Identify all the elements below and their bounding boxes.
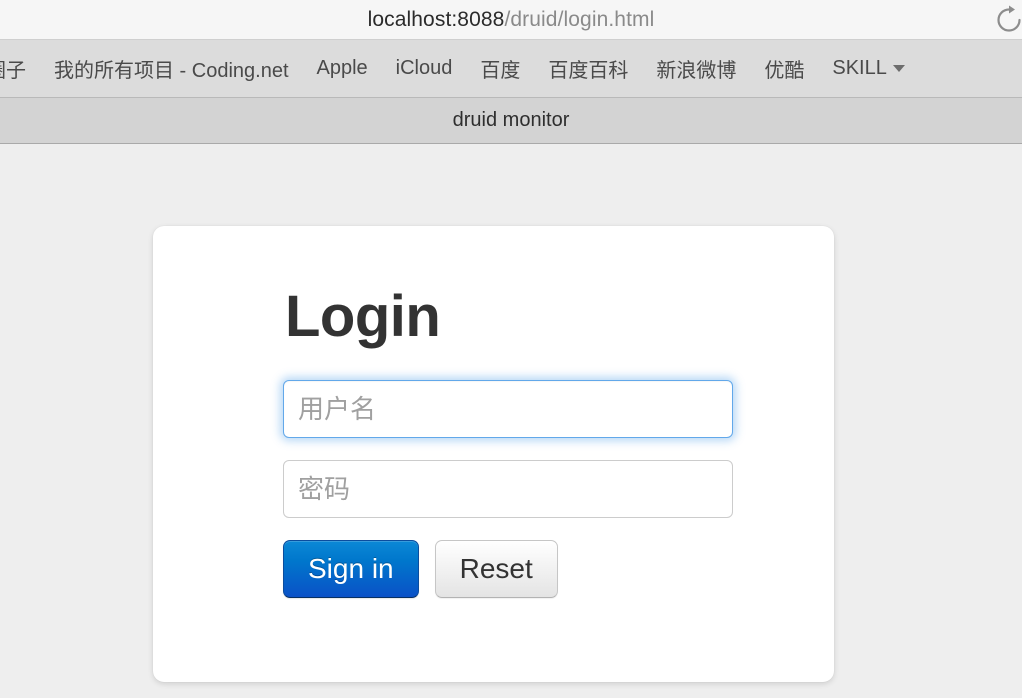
bookmark-item-8[interactable]: SKILL (818, 57, 918, 80)
chevron-down-icon (892, 65, 905, 73)
url-host: localhost:8088 (367, 7, 505, 31)
username-input[interactable] (283, 380, 733, 438)
page-content: Login Sign in Reset (0, 146, 1022, 698)
reset-button[interactable]: Reset (434, 540, 558, 598)
bookmarks-bar[interactable]: 圈子 我的所有项目 - Coding.net Apple iCloud 百度 百… (0, 40, 1022, 98)
sign-in-button[interactable]: Sign in (283, 540, 419, 598)
login-button-row: Sign in Reset (283, 540, 834, 598)
url-text[interactable]: localhost:8088/druid/login.html (368, 8, 655, 32)
login-card-inner: Login Sign in Reset (153, 226, 834, 598)
page-title: Login (285, 284, 441, 349)
bookmark-item-7[interactable]: 优酷 (750, 54, 818, 83)
browser-window: localhost:8088/druid/login.html 圈子 我的所有项… (0, 0, 1022, 698)
browser-url-bar[interactable]: localhost:8088/druid/login.html (0, 0, 1022, 40)
bookmark-item-2[interactable]: Apple (303, 57, 382, 80)
bookmark-item-6[interactable]: 新浪微博 (642, 54, 750, 83)
password-input[interactable] (283, 460, 733, 518)
bookmark-item-3[interactable]: iCloud (382, 57, 467, 80)
reload-icon (994, 5, 1022, 35)
bookmark-item-4[interactable]: 百度 (466, 54, 534, 83)
bookmark-item-1[interactable]: 我的所有项目 - Coding.net (40, 54, 303, 83)
reload-button[interactable] (992, 3, 1022, 37)
tab-strip[interactable]: druid monitor (0, 98, 1022, 144)
url-path: /druid/login.html (504, 7, 655, 31)
tab-title[interactable]: druid monitor (453, 109, 570, 132)
bookmark-item-8-label: SKILL (832, 57, 887, 79)
bookmark-item-5[interactable]: 百度百科 (534, 54, 642, 83)
login-card: Login Sign in Reset (153, 226, 834, 682)
bookmark-item-0[interactable]: 圈子 (0, 54, 40, 83)
